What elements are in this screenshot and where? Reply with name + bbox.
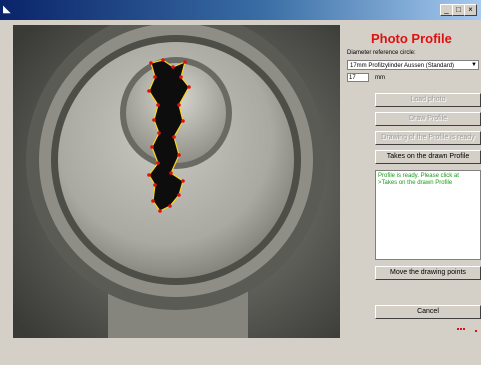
profile-point[interactable] xyxy=(177,103,181,107)
title-bar: ◣ _ □ × xyxy=(0,0,481,20)
profile-point[interactable] xyxy=(153,183,157,187)
profile-point[interactable] xyxy=(147,89,151,93)
status-message-text: Profile is ready. Please click at >Takes… xyxy=(378,173,459,186)
profile-point[interactable] xyxy=(156,161,160,165)
profile-point[interactable] xyxy=(181,179,185,183)
indicator-dot xyxy=(463,328,465,330)
indicator-dot xyxy=(475,330,477,332)
diameter-select[interactable]: 17mm Profilzylinder Aussen (Standard) ▼ xyxy=(347,60,479,70)
profile-point[interactable] xyxy=(147,173,151,177)
app-icon[interactable]: ◣ xyxy=(3,3,17,17)
profile-point[interactable] xyxy=(151,199,155,203)
profile-point[interactable] xyxy=(181,119,185,123)
profile-point[interactable] xyxy=(153,75,157,79)
cancel-button[interactable]: Cancel xyxy=(375,305,481,319)
panel-title: Photo Profile xyxy=(371,31,452,46)
control-panel: Photo Profile Diameter reference circle:… xyxy=(345,25,481,345)
profile-point[interactable] xyxy=(168,204,172,208)
profile-point[interactable] xyxy=(157,131,161,135)
profile-point[interactable] xyxy=(169,171,173,175)
lock-photo[interactable] xyxy=(13,25,340,338)
indicator-dot xyxy=(457,328,459,330)
profile-point[interactable] xyxy=(156,103,160,107)
draw-profile-button[interactable]: Draw Profile xyxy=(375,112,481,126)
diameter-input[interactable]: 17 xyxy=(347,73,369,82)
drawing-ready-button[interactable]: Drawing of the Profile is ready xyxy=(375,131,481,145)
unit-label: mm xyxy=(375,75,385,81)
profile-point[interactable] xyxy=(187,85,191,89)
profile-point[interactable] xyxy=(172,135,176,139)
profile-point[interactable] xyxy=(179,75,183,79)
move-points-button[interactable]: Move the drawing points xyxy=(375,266,481,280)
takes-on-profile-button[interactable]: Takes on the drawn Profile xyxy=(375,150,481,164)
profile-point[interactable] xyxy=(150,145,154,149)
photo-panel[interactable] xyxy=(13,25,340,338)
diameter-select-value: 17mm Profilzylinder Aussen (Standard) xyxy=(350,63,455,69)
indicator-dot xyxy=(460,328,462,330)
close-button[interactable]: × xyxy=(464,4,477,16)
profile-point[interactable] xyxy=(177,153,181,157)
profile-point[interactable] xyxy=(149,61,153,65)
load-photo-button[interactable]: Load photo xyxy=(375,93,481,107)
profile-point[interactable] xyxy=(158,209,162,213)
profile-point[interactable] xyxy=(161,58,165,62)
diameter-label: Diameter reference circle: xyxy=(347,50,416,56)
profile-point[interactable] xyxy=(152,118,156,122)
profile-point[interactable] xyxy=(177,193,181,197)
profile-point[interactable] xyxy=(183,60,187,64)
status-message: Profile is ready. Please click at >Takes… xyxy=(375,170,481,260)
chevron-down-icon[interactable]: ▼ xyxy=(470,61,478,69)
profile-point[interactable] xyxy=(171,65,175,69)
